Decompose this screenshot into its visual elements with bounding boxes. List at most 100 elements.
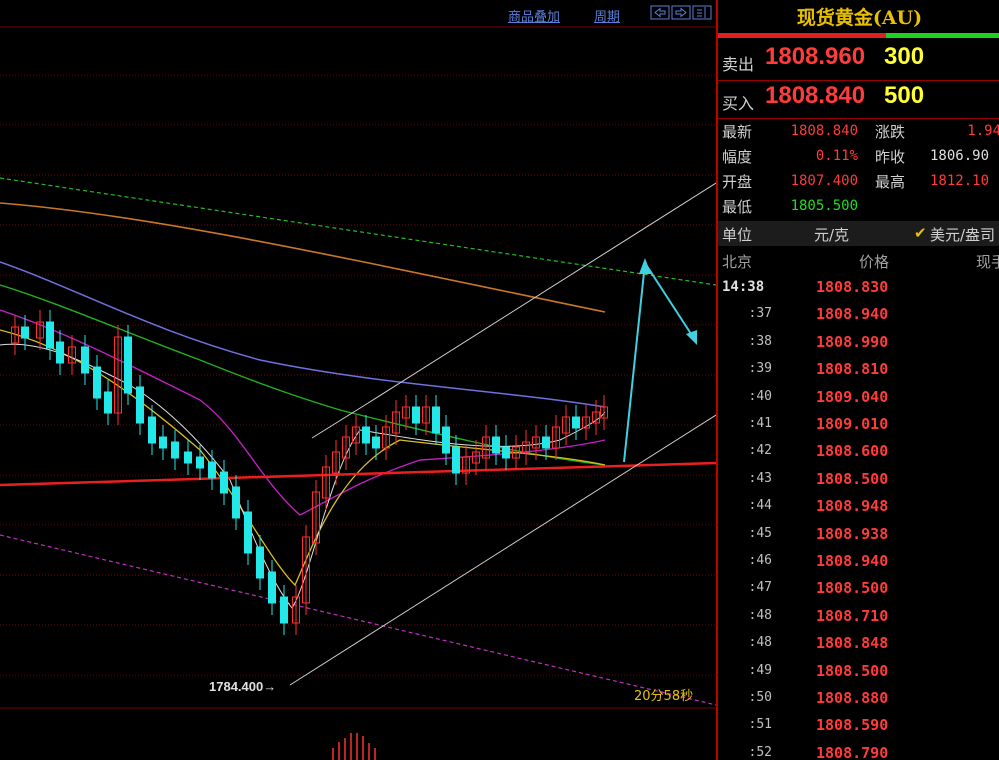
tick-time: :41 <box>748 416 772 431</box>
currency-unit-option[interactable]: 美元/盎司 <box>930 224 995 245</box>
tick-time: :50 <box>748 690 772 705</box>
candle-body <box>542 436 550 449</box>
tick-price: 1808.938 <box>816 524 889 543</box>
overlay-link[interactable]: 商品叠加 <box>508 6 560 25</box>
tick-time: :43 <box>748 470 772 486</box>
candle-body <box>244 511 252 554</box>
tick-time: :48 <box>748 607 772 623</box>
sell-volume: 300 <box>884 43 925 70</box>
unit-label: 单位 <box>722 226 753 244</box>
tick-row: :50 1808.880 <box>718 685 999 712</box>
tick-time: :45 <box>748 525 772 541</box>
tick-price: 1808.500 <box>816 579 889 598</box>
resistance-trendline <box>0 177 716 286</box>
buy-price: 1808.840 <box>765 82 866 109</box>
candle-body <box>256 546 264 579</box>
tick-price: 1808.948 <box>816 497 889 516</box>
tick-row: :48 1808.848 <box>718 630 999 657</box>
tick-price: 1808.500 <box>816 469 889 488</box>
high-label: 最高 <box>875 173 906 191</box>
prev-close-value: 1806.90 <box>930 148 990 164</box>
quote-panel: 现货黄金(AU) 卖出 1808.960 300 买入 1808.840 500… <box>716 0 999 760</box>
tick-price: 1808.600 <box>816 442 889 461</box>
tick-time: :51 <box>748 717 772 733</box>
tick-price: 1808.880 <box>816 689 889 707</box>
candle-body <box>442 426 450 454</box>
candle-body <box>372 436 380 449</box>
period-link[interactable]: 周期 <box>594 6 620 25</box>
tick-price: 1808.990 <box>816 332 889 351</box>
ma-line-orange <box>0 202 606 313</box>
buy-volume: 500 <box>884 82 925 109</box>
chart-canvas[interactable]: 1784.400→ 20分58秒 <box>0 0 716 760</box>
tick-time-header: 北京 <box>722 253 753 271</box>
checkmark-icon[interactable]: ✔ <box>914 224 927 242</box>
tick-row: :37 1808.940 <box>718 301 999 328</box>
tick-price: 1808.830 <box>816 278 889 296</box>
divider <box>718 118 999 119</box>
tick-time: :39 <box>748 361 772 377</box>
tick-time: :44 <box>748 498 772 514</box>
open-value: 1807.400 <box>790 173 858 189</box>
ma-line-purple <box>0 309 606 516</box>
tick-row: :44 1808.948 <box>718 493 999 520</box>
tick-row: :39 1808.810 <box>718 356 999 383</box>
tick-row: :43 1808.500 <box>718 466 999 493</box>
candle-body <box>268 571 276 604</box>
tick-row: :40 1809.040 <box>718 384 999 411</box>
buy-quote-row: 买入 1808.840 500 <box>718 80 999 116</box>
scroll-left-icon[interactable] <box>650 5 670 20</box>
candle-body <box>280 596 288 624</box>
layout-toggle-icon[interactable] <box>692 5 712 20</box>
tick-row: :47 1808.500 <box>718 575 999 602</box>
forecast-arrow-line <box>623 260 696 463</box>
tick-time: :37 <box>748 306 772 322</box>
tick-price: 1808.940 <box>816 552 889 570</box>
candle-body <box>46 321 54 349</box>
support-line <box>0 461 716 487</box>
tick-time: :42 <box>748 443 772 459</box>
amplitude-value: 0.11% <box>815 148 858 164</box>
candle-body <box>572 416 580 429</box>
candle-body <box>56 341 64 364</box>
candle-body <box>412 406 420 424</box>
candle-body <box>124 336 132 394</box>
tick-row: :41 1809.010 <box>718 411 999 438</box>
candle-body <box>492 436 500 454</box>
arrow-head-down-icon <box>686 330 697 345</box>
tick-price: 1808.848 <box>816 634 889 653</box>
low-label: 最低 <box>722 198 753 216</box>
tick-time: :46 <box>748 553 772 568</box>
amplitude-label: 幅度 <box>722 148 753 166</box>
latest-label: 最新 <box>722 123 753 141</box>
tick-price: 1809.010 <box>816 415 889 433</box>
tick-row: 14:38 1808.830 <box>718 274 999 301</box>
tick-row: :38 1808.990 <box>718 329 999 356</box>
tick-row: :49 1808.500 <box>718 658 999 685</box>
candle-body <box>232 486 240 519</box>
scroll-right-icon[interactable] <box>671 5 691 20</box>
candle-body <box>93 366 101 399</box>
countdown-timer: 20分58秒 <box>634 689 693 704</box>
tick-price: 1808.500 <box>816 661 889 680</box>
tick-price: 1809.040 <box>816 387 889 406</box>
tick-time: :38 <box>748 333 772 349</box>
tick-time: :48 <box>748 635 772 651</box>
sell-quote-row: 卖出 1808.960 300 <box>718 41 999 77</box>
candle-body <box>452 446 460 474</box>
candle-body <box>432 406 440 434</box>
tick-row: :42 1808.600 <box>718 438 999 465</box>
latest-value: 1808.840 <box>790 123 858 139</box>
tick-price: 1808.810 <box>816 360 889 379</box>
candle-body <box>81 346 89 374</box>
candlestick-chart[interactable]: 1784.400→ 20分58秒 商品叠加 周期 <box>0 0 716 760</box>
change-value: 1.94 <box>967 123 999 139</box>
prev-close-label: 昨收 <box>875 148 906 166</box>
tick-price-header: 价格 <box>859 253 890 271</box>
candle-body <box>220 471 228 494</box>
candle-body <box>136 386 144 424</box>
tick-row: :48 1808.710 <box>718 603 999 630</box>
candle-body <box>196 456 204 469</box>
tick-row: :46 1808.940 <box>718 548 999 575</box>
tick-time: :52 <box>748 744 772 760</box>
